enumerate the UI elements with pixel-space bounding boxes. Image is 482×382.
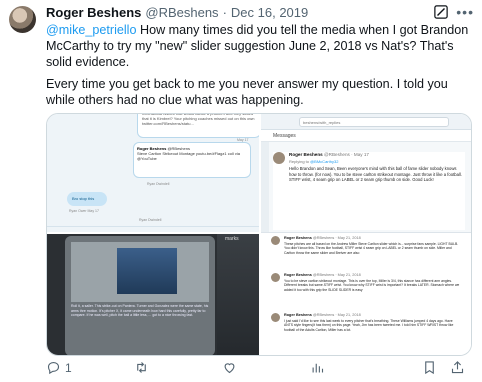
rs-reply-meta: @RBeshens · May 21, 2018 — [312, 273, 361, 277]
tweet-date[interactable]: Dec 16, 2019 — [231, 5, 308, 20]
media-grid: mechanical issues that would cause a pro… — [46, 113, 472, 356]
tweet-actions: 1 — [46, 358, 472, 378]
rs-reply-name: Roger Beshens — [284, 273, 312, 277]
author-handle[interactable]: @RBeshens — [145, 5, 218, 20]
rs-reply-2: Roger Beshens @RBeshens · May 21, 2018 Y… — [271, 273, 461, 309]
separator-dot: · — [222, 4, 227, 20]
rs-replying-handle: @BMcCarthy32 — [310, 159, 339, 164]
views-icon — [312, 363, 324, 373]
retweet-button[interactable] — [134, 360, 153, 375]
share-button[interactable] — [450, 360, 465, 375]
like-icon — [224, 363, 235, 374]
retweet-icon — [137, 362, 146, 373]
url-field: beshens/with_replies — [299, 117, 449, 127]
share-icon — [451, 361, 464, 374]
rs-reply-text: You to be steve carlton strikeout montag… — [284, 279, 460, 292]
bookmark-icon — [425, 361, 434, 375]
rs-author-name: Roger Beshens — [289, 152, 323, 157]
rs-reply-text: I just said I'd like to see this last we… — [284, 319, 454, 332]
dm-time-2: Ryan Ower May 17 — [69, 209, 99, 213]
rs-reply-name: Roger Beshens — [284, 313, 312, 317]
avatar — [273, 152, 285, 164]
rs-reply-name: Roger Beshens — [284, 236, 312, 240]
avatar[interactable] — [9, 6, 36, 33]
rs-reply-meta: @RBeshens · May 21, 2018 — [312, 313, 361, 317]
browser-bar: beshens/with_replies — [261, 114, 471, 130]
rs-reply-author: Roger Beshens @RBeshens · May 21, 2018 — [284, 313, 361, 317]
rs-reply-3: Roger Beshens @RBeshens · May 21, 2018 I… — [271, 313, 461, 353]
reply-count: 1 — [65, 360, 72, 375]
author-name[interactable]: Roger Beshens — [46, 5, 141, 20]
tab-bar: Messages — [261, 130, 471, 142]
rs-reply-author: Roger Beshens @RBeshens · May 21, 2018 — [284, 236, 361, 240]
tweet-paragraph-2: Every time you get back to me you never … — [46, 77, 448, 107]
side-text: marks — [225, 236, 239, 242]
rs-reply-author: Roger Beshens @RBeshens · May 21, 2018 — [284, 273, 361, 277]
reply-icon — [47, 361, 60, 375]
avatar — [271, 236, 280, 245]
avatar — [271, 273, 280, 282]
photo-background — [217, 234, 259, 355]
media-image-phone-photo[interactable]: Roll it, a sailer. This strike-out on Pa… — [47, 234, 259, 355]
views-button[interactable] — [310, 360, 329, 375]
tweet-header: Roger Beshens @RBeshens · Dec 16, 2019 — [46, 4, 452, 20]
rs-reply-1: Roger Beshens @RBeshens · May 21, 2018 T… — [271, 236, 461, 272]
bookmark-button[interactable] — [422, 360, 437, 375]
like-button[interactable] — [222, 360, 241, 375]
media-left-column: mechanical issues that would cause a pro… — [47, 114, 259, 355]
rs-replying-to: Replying to @BMcCarthy32 — [289, 159, 338, 164]
mention-link[interactable]: @mike_petriello — [46, 23, 136, 37]
divider — [47, 226, 259, 227]
dm-sender-label-2: Ryan Dwindell — [139, 218, 162, 222]
dm-shared-card: Roger Beshens @RBeshens Steve Carlton St… — [133, 142, 251, 178]
dm-pill: Bro stop this — [67, 192, 107, 206]
video-thumbnail — [117, 248, 177, 294]
tweet-paragraph-1: @mike_petriello How many times did you t… — [46, 22, 472, 70]
media-image-dm-screenshot[interactable]: mechanical issues that would cause a pro… — [47, 114, 259, 232]
rs-author-meta: @RBeshens · May 17 — [323, 152, 369, 157]
rs-replying-prefix: Replying to — [289, 159, 311, 164]
grok-icon[interactable] — [434, 5, 449, 19]
avatar — [271, 313, 280, 322]
rs-reply-meta: @RBeshens · May 21, 2018 — [312, 236, 361, 240]
more-icon[interactable]: ••• — [456, 5, 474, 19]
rs-main-text: Hello Brandon and Sean, Been everyone's … — [289, 166, 462, 183]
rs-main-tweet: Roger Beshens @RBeshens · May 17 Replyin… — [273, 152, 465, 230]
reply-button[interactable]: 1 — [46, 360, 72, 375]
rs-reply-text: These pitches are all based on the Andre… — [284, 242, 459, 255]
phone-screen-text: Roll it, a sailer. This strike-out on Pa… — [71, 304, 209, 317]
tweet-body: @mike_petriello How many times did you t… — [46, 22, 472, 108]
media-image-replies-screenshot[interactable]: beshens/with_replies Messages Roger Besh… — [261, 114, 471, 355]
tab-messages: Messages — [273, 133, 296, 139]
dm-card-text: Steve Carlton Strikeout Montage youtu.be… — [137, 151, 240, 161]
dm-bubble: mechanical issues that would cause a pro… — [137, 114, 259, 138]
header-icons: ••• — [434, 5, 474, 19]
dm-sender-label: Ryan Dwindell — [147, 182, 170, 186]
rs-author-line: Roger Beshens @RBeshens · May 17 — [289, 152, 369, 157]
rs-replies-panel: Roger Beshens @RBeshens · May 21, 2018 T… — [261, 232, 471, 355]
